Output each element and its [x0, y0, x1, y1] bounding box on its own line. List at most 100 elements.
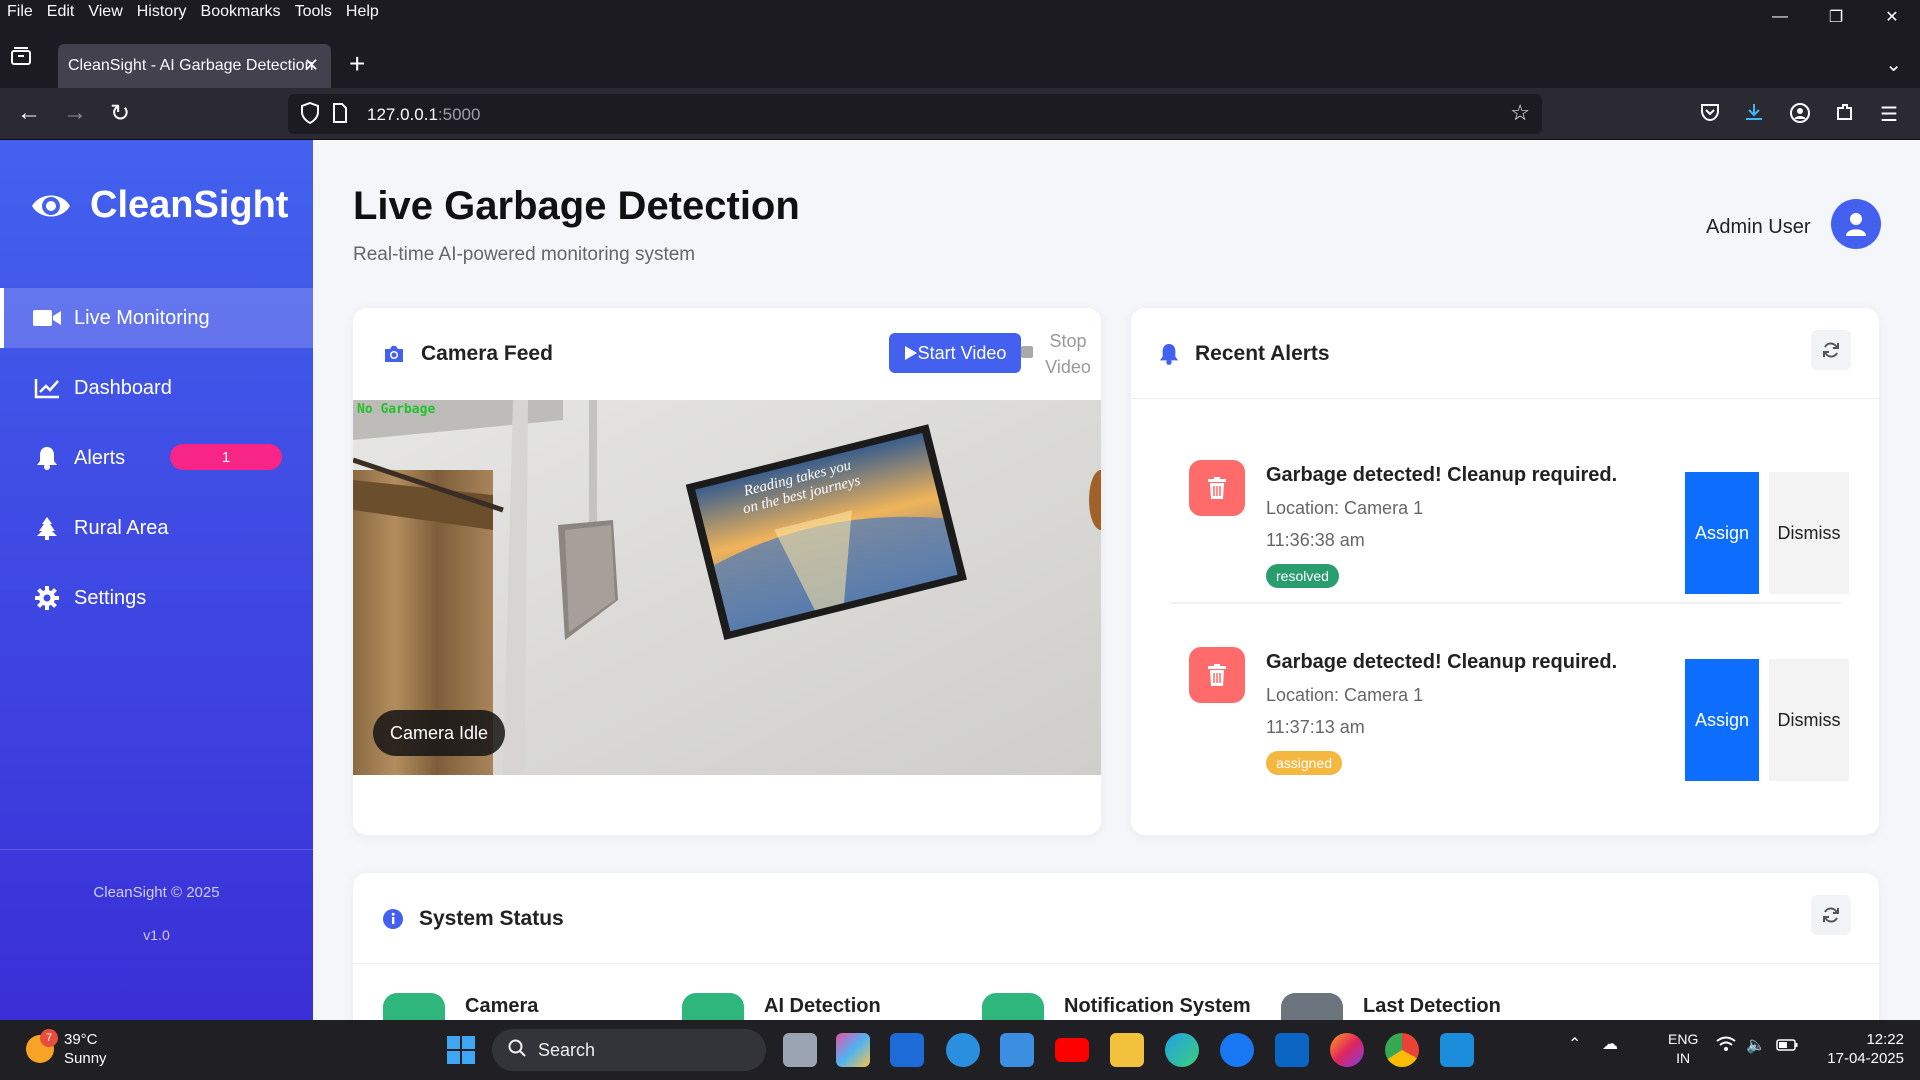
dismiss-button[interactable]: Dismiss: [1769, 472, 1849, 594]
browser-tab-active[interactable]: CleanSight - AI Garbage Detection ✕: [58, 44, 331, 88]
bookmark-star-icon[interactable]: ☆: [1510, 100, 1530, 126]
card-divider: [353, 963, 1879, 964]
vscode-icon[interactable]: [1440, 1033, 1474, 1067]
chevron-up-icon[interactable]: ⌃: [1568, 1034, 1581, 1054]
taskbar-clock[interactable]: 12:22 17-04-2025: [1818, 1030, 1904, 1068]
menu-tools[interactable]: Tools: [295, 3, 332, 21]
search-icon: [508, 1039, 526, 1062]
sidebar-item-dashboard[interactable]: Dashboard: [0, 358, 313, 418]
recent-alerts-card: Recent Alerts Garbage detected! Cleanup …: [1131, 308, 1879, 835]
gear-icon: [32, 586, 62, 610]
menu-help[interactable]: Help: [346, 3, 379, 21]
back-arrow-icon[interactable]: ←: [12, 96, 46, 130]
account-icon[interactable]: [1789, 102, 1811, 130]
wifi-icon[interactable]: [1716, 1036, 1736, 1057]
camera-idle-pill: Camera Idle: [373, 710, 505, 756]
battery-icon[interactable]: [1776, 1038, 1798, 1056]
chrome-icon[interactable]: [1385, 1033, 1419, 1067]
camera-video-feed: Reading takes you on the best journeys N…: [353, 400, 1101, 775]
windows-start-icon[interactable]: [447, 1036, 475, 1069]
myhp-icon[interactable]: [890, 1033, 924, 1067]
bell-icon: [32, 446, 62, 470]
alerts-count-badge: 1: [170, 444, 282, 470]
menu-view[interactable]: View: [88, 3, 122, 21]
sidebar-item-alerts[interactable]: Alerts 1: [0, 428, 313, 488]
hamburger-menu-icon[interactable]: ☰: [1880, 102, 1898, 127]
help-icon[interactable]: [946, 1033, 980, 1067]
stop-video-label-line2: Video: [1045, 357, 1091, 377]
refresh-alerts-button[interactable]: [1811, 330, 1851, 370]
assign-button[interactable]: Assign: [1685, 472, 1759, 594]
alert-title: Garbage detected! Cleanup required.: [1266, 464, 1618, 486]
alert-time: 11:36:38 am: [1266, 530, 1365, 550]
status-label: Camera: [465, 995, 539, 1017]
sidebar-item-label: Live Monitoring: [74, 306, 210, 329]
menu-edit[interactable]: Edit: [47, 3, 75, 21]
speaker-muted-icon[interactable]: 🔈: [1746, 1035, 1766, 1055]
stop-icon: [1021, 346, 1033, 358]
alert-location: Location: Camera 1: [1266, 685, 1424, 705]
tab-list-icon[interactable]: [10, 46, 34, 66]
new-tab-icon[interactable]: +: [349, 50, 365, 78]
copilot-icon[interactable]: [836, 1033, 870, 1067]
reload-icon[interactable]: ↻: [103, 96, 137, 130]
pocket-icon[interactable]: [1700, 102, 1720, 128]
start-video-button[interactable]: Start Video: [889, 333, 1021, 373]
trash-icon: [1189, 647, 1245, 703]
refresh-status-button[interactable]: [1811, 895, 1851, 935]
sidebar-footer: CleanSight © 2025 v1.0: [0, 849, 313, 943]
tab-close-icon[interactable]: ✕: [304, 55, 319, 76]
avatar[interactable]: [1831, 199, 1881, 249]
chevron-down-icon[interactable]: ⌄: [1885, 52, 1902, 77]
facebook-icon[interactable]: [1220, 1033, 1254, 1067]
file-explorer-icon[interactable]: [1110, 1033, 1144, 1067]
card-divider: [1131, 398, 1879, 399]
alert-separator: [1171, 602, 1841, 604]
youtube-icon[interactable]: [1055, 1038, 1089, 1062]
user-name: Admin User: [1706, 216, 1811, 238]
menu-history[interactable]: History: [137, 3, 187, 21]
taskbar-search[interactable]: Search: [492, 1029, 766, 1071]
footer-version: v1.0: [143, 927, 170, 943]
language-indicator[interactable]: ENG IN: [1668, 1030, 1698, 1068]
edge-icon[interactable]: [1165, 1033, 1199, 1067]
weather-temp: 39°C: [64, 1031, 98, 1048]
alert-item: Garbage detected! Cleanup required. Loca…: [1171, 434, 1849, 604]
trash-icon: [1189, 460, 1245, 516]
store-icon[interactable]: [1000, 1033, 1034, 1067]
firefox-icon[interactable]: [1330, 1033, 1364, 1067]
shield-icon[interactable]: [300, 101, 320, 129]
camera-feed-header: Camera Feed: [383, 342, 553, 366]
alert-time: 11:37:13 am: [1266, 717, 1365, 737]
page-subtitle: Real-time AI-powered monitoring system: [353, 244, 696, 265]
refresh-icon: [1823, 907, 1839, 923]
forward-arrow-icon[interactable]: →: [58, 96, 92, 130]
onedrive-icon[interactable]: ☁: [1602, 1034, 1618, 1054]
weather-widget[interactable]: 7 39°C Sunny: [26, 1029, 107, 1068]
url-text: 127.0.0.1:5000: [367, 105, 481, 124]
extensions-icon[interactable]: [1835, 102, 1855, 128]
sidebar-item-rural-area[interactable]: Rural Area: [0, 498, 313, 558]
sidebar-item-live-monitoring[interactable]: Live Monitoring: [0, 288, 313, 348]
url-bar[interactable]: 127.0.0.1:5000 ☆: [288, 94, 1542, 134]
download-icon[interactable]: [1744, 102, 1764, 128]
system-status-header: System Status: [383, 907, 564, 931]
sidebar-item-label: Rural Area: [74, 516, 169, 539]
menu-file[interactable]: File: [7, 3, 33, 21]
alert-item: Garbage detected! Cleanup required. Loca…: [1171, 621, 1849, 791]
dismiss-button[interactable]: Dismiss: [1769, 659, 1849, 781]
sidebar-item-settings[interactable]: Settings: [0, 568, 313, 628]
task-view-icon[interactable]: [783, 1033, 817, 1067]
alert-location: Location: Camera 1: [1266, 498, 1424, 518]
linkedin-icon[interactable]: [1275, 1033, 1309, 1067]
brand-logo: CleanSight: [30, 184, 288, 227]
eye-icon: [32, 195, 70, 216]
clock-time: 12:22: [1866, 1031, 1904, 1048]
page-icon: [332, 103, 348, 128]
weather-badge: 7: [40, 1029, 58, 1047]
assign-button[interactable]: Assign: [1685, 659, 1759, 781]
stop-video-button[interactable]: Stop Video: [1021, 328, 1101, 380]
play-icon: [904, 346, 917, 360]
menu-bookmarks[interactable]: Bookmarks: [201, 3, 281, 21]
chart-line-icon: [32, 377, 62, 399]
